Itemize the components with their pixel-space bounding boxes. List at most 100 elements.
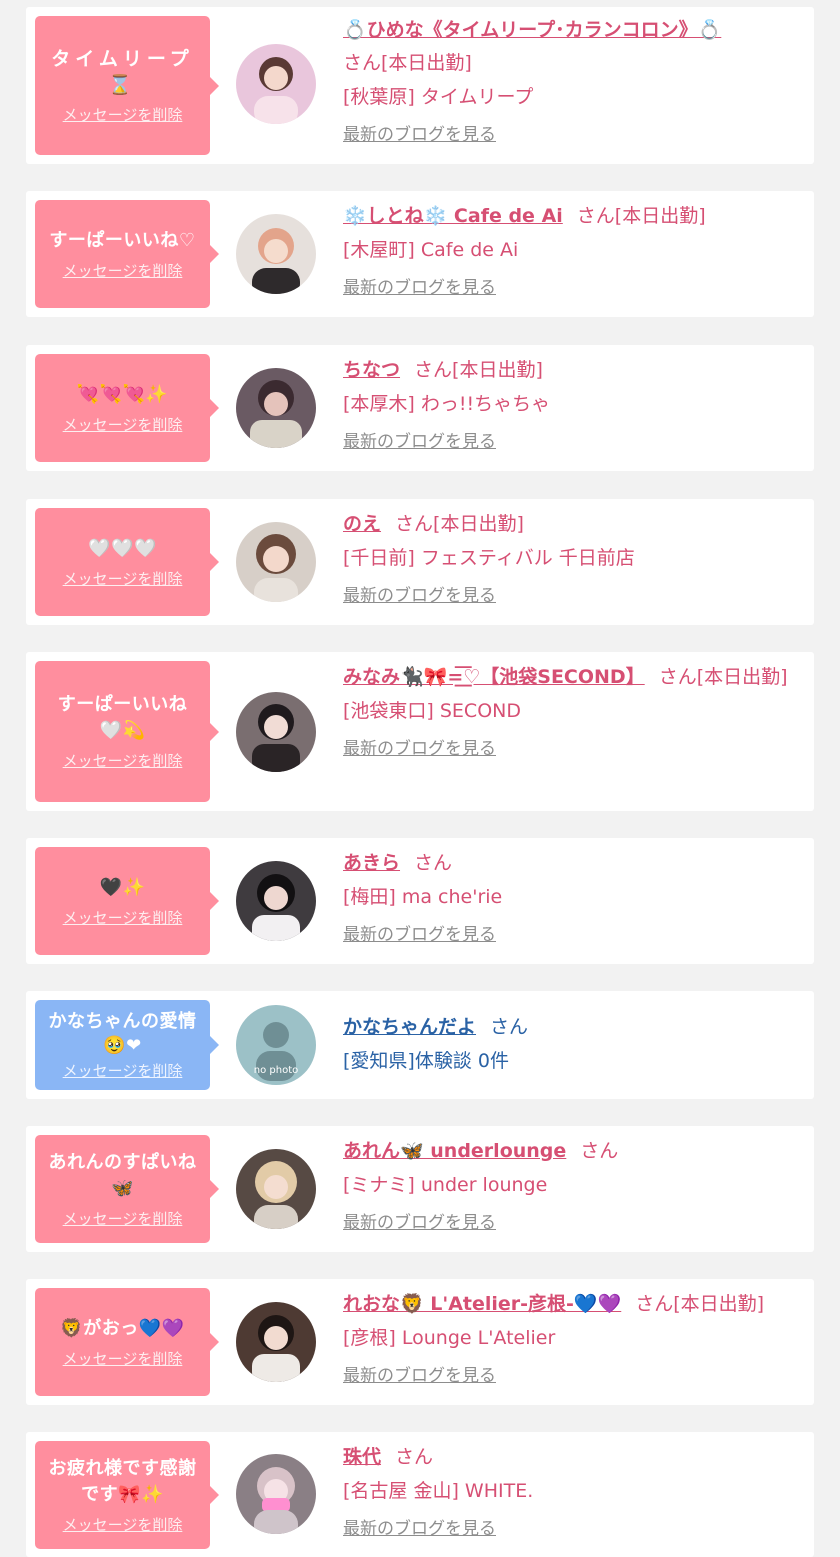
message-text: 💘💘💘✨ <box>76 383 169 405</box>
avatar[interactable] <box>236 1454 316 1534</box>
avatar[interactable] <box>236 1149 316 1229</box>
avatar[interactable] <box>236 1302 316 1382</box>
delete-message-link[interactable]: メッセージを削除 <box>63 1060 183 1081</box>
avatar[interactable] <box>236 692 316 772</box>
message-bubble: すーぱーいいね🤍💫 メッセージを削除 <box>35 661 219 802</box>
message-bubble: 🖤✨ メッセージを削除 <box>35 847 219 955</box>
profile-name-link[interactable]: 💍ひめな《タイムリープ･カランコロン》💍 <box>343 19 721 41</box>
avatar[interactable] <box>236 44 316 124</box>
name-line: 💍ひめな《タイムリープ･カランコロン》💍 さん[本日出勤] <box>343 14 796 80</box>
profile-name-link[interactable]: 珠代 <box>343 1446 381 1468</box>
latest-blog-link[interactable]: 最新のブログを見る <box>343 920 796 950</box>
message-text: 🦁がおっ💙💜 <box>60 1317 185 1339</box>
message-text: すーぱーいいね♡ <box>49 229 196 251</box>
profile-name-link[interactable]: あれん🦋 underlounge <box>343 1140 566 1162</box>
message-card: 💘💘💘✨ メッセージを削除 ちなつ さん[本日出勤] [本厚木] わっ!!ちゃちゃ… <box>26 345 814 471</box>
delete-message-link[interactable]: メッセージを削除 <box>63 104 183 125</box>
honorific: さん <box>490 1016 529 1038</box>
message-text: お疲れ様です感謝です🎀✨ <box>48 1457 197 1505</box>
shop-info: [梅田] ma che'rie <box>343 886 503 908</box>
message-bubble: かなちゃんの愛情🥹❤ メッセージを削除 <box>35 1000 219 1090</box>
avatar[interactable] <box>236 368 316 448</box>
honorific: さん <box>343 52 382 74</box>
message-bubble: 🤍🤍🤍 メッセージを削除 <box>35 508 219 616</box>
latest-blog-link[interactable]: 最新のブログを見る <box>343 427 796 457</box>
delete-message-link[interactable]: メッセージを削除 <box>63 750 183 771</box>
no-photo-text: no photo <box>254 1065 298 1076</box>
message-card: かなちゃんの愛情🥹❤ メッセージを削除 no photo かなちゃんだよ さん [… <box>26 991 814 1099</box>
honorific: さん <box>658 666 697 688</box>
message-card: すーぱーいいね♡ メッセージを削除 ❄️しとね❄️ Cafe de Ai さん[本… <box>26 191 814 317</box>
profile-name-link[interactable]: ちなつ <box>343 359 400 381</box>
latest-blog-link[interactable]: 最新のブログを見る <box>343 1208 796 1238</box>
shop-info: [千日前] フェスティバル 千日前店 <box>343 547 635 569</box>
avatar[interactable] <box>236 214 316 294</box>
attendance-status: [本日出勤] <box>696 666 788 688</box>
profile-info: あれん🦋 underlounge さん [ミナミ] under lounge 最新… <box>343 1135 796 1238</box>
delete-message-link[interactable]: メッセージを削除 <box>63 907 183 928</box>
delete-message-link[interactable]: メッセージを削除 <box>63 1514 183 1535</box>
name-line: みなみ🐈‍⬛🎀=͟͟͞♡【池袋SECOND】 さん[本日出勤] <box>343 661 796 694</box>
name-line: のえ さん[本日出勤] <box>343 508 796 541</box>
profile-name-link[interactable]: かなちゃんだよ <box>343 1016 476 1038</box>
message-text: かなちゃんの愛情🥹❤ <box>48 1010 197 1056</box>
profile-name-link[interactable]: みなみ🐈‍⬛🎀=͟͟͞♡【池袋SECOND】 <box>343 666 645 688</box>
latest-blog-link[interactable]: 最新のブログを見る <box>343 581 796 611</box>
name-line: 珠代 さん <box>343 1441 796 1474</box>
delete-message-link[interactable]: メッセージを削除 <box>63 414 183 435</box>
latest-blog-link[interactable]: 最新のブログを見る <box>343 273 796 303</box>
message-text: タイムリープ⌛ <box>51 48 194 96</box>
delete-message-link[interactable]: メッセージを削除 <box>63 568 183 589</box>
honorific: さん <box>635 1293 674 1315</box>
message-bubble: 💘💘💘✨ メッセージを削除 <box>35 354 219 462</box>
profile-name-link[interactable]: ❄️しとね❄️ Cafe de Ai <box>343 205 563 227</box>
profile-info: みなみ🐈‍⬛🎀=͟͟͞♡【池袋SECOND】 さん[本日出勤] [池袋東口] SE… <box>343 661 796 764</box>
latest-blog-link[interactable]: 最新のブログを見る <box>343 1514 796 1544</box>
avatar[interactable] <box>236 861 316 941</box>
message-card: お疲れ様です感謝です🎀✨ メッセージを削除 珠代 さん [名古屋 金山] WHIT… <box>26 1432 814 1557</box>
message-text: 🤍🤍🤍 <box>88 537 157 559</box>
latest-blog-link[interactable]: 最新のブログを見る <box>343 120 796 150</box>
message-card: すーぱーいいね🤍💫 メッセージを削除 みなみ🐈‍⬛🎀=͟͟͞♡【池袋SECOND… <box>26 652 814 811</box>
honorific: さん <box>576 205 615 227</box>
profile-name-link[interactable]: れおな🦁 L'Atelier-彦根-💙💜 <box>343 1293 621 1315</box>
avatar[interactable]: no photo <box>236 1005 316 1085</box>
profile-info: れおな🦁 L'Atelier-彦根-💙💜 さん[本日出勤] [彦根] Lounge… <box>343 1288 796 1391</box>
message-text: 🖤✨ <box>99 876 146 898</box>
attendance-status: [本日出勤] <box>433 513 524 535</box>
message-bubble: あれんのすぱいね🦋 メッセージを削除 <box>35 1135 219 1243</box>
attendance-status: [本日出勤] <box>614 205 706 227</box>
message-bubble: すーぱーいいね♡ メッセージを削除 <box>35 200 219 308</box>
shop-info: [ミナミ] under lounge <box>343 1174 548 1196</box>
shop-info: [秋葉原] タイムリープ <box>343 86 534 108</box>
name-line: あきら さん <box>343 847 796 880</box>
avatar[interactable] <box>236 522 316 602</box>
message-card: 🤍🤍🤍 メッセージを削除 のえ さん[本日出勤] [千日前] フェスティバル 千日… <box>26 499 814 625</box>
shop-info: [池袋東口] SECOND <box>343 700 521 722</box>
name-line: れおな🦁 L'Atelier-彦根-💙💜 さん[本日出勤] <box>343 1288 796 1321</box>
shop-info: [名古屋 金山] WHITE. <box>343 1480 534 1502</box>
shop-info: [本厚木] わっ!!ちゃちゃ <box>343 393 551 415</box>
delete-message-link[interactable]: メッセージを削除 <box>63 1208 183 1229</box>
shop-info: [木屋町] Cafe de Ai <box>343 239 519 261</box>
profile-info: 💍ひめな《タイムリープ･カランコロン》💍 さん[本日出勤] [秋葉原] タイムリ… <box>343 14 796 150</box>
honorific: さん <box>414 852 453 874</box>
message-list: タイムリープ⌛ メッセージを削除 💍ひめな《タイムリープ･カランコロン》💍 さん… <box>0 0 840 1557</box>
message-card: あれんのすぱいね🦋 メッセージを削除 あれん🦋 underlounge さん [ミ… <box>26 1126 814 1252</box>
message-text: あれんのすぱいね🦋 <box>48 1151 197 1199</box>
latest-blog-link[interactable]: 最新のブログを見る <box>343 734 796 764</box>
profile-name-link[interactable]: のえ <box>343 513 381 535</box>
delete-message-link[interactable]: メッセージを削除 <box>63 260 183 281</box>
latest-blog-link[interactable]: 最新のブログを見る <box>343 1361 796 1391</box>
message-card: 🖤✨ メッセージを削除 あきら さん [梅田] ma che'rie 最新のブログ… <box>26 838 814 964</box>
name-line: かなちゃんだよ さん <box>343 1011 796 1044</box>
attendance-status: [本日出勤] <box>673 1293 765 1315</box>
message-card: タイムリープ⌛ メッセージを削除 💍ひめな《タイムリープ･カランコロン》💍 さん… <box>26 7 814 164</box>
honorific: さん <box>414 359 453 381</box>
attendance-status: [本日出勤] <box>381 52 472 74</box>
profile-info: あきら さん [梅田] ma che'rie 最新のブログを見る <box>343 847 796 950</box>
profile-info: かなちゃんだよ さん [愛知県]体験談 0件 <box>343 1011 796 1078</box>
profile-name-link[interactable]: あきら <box>343 852 400 874</box>
profile-info: ❄️しとね❄️ Cafe de Ai さん[本日出勤] [木屋町] Cafe de… <box>343 200 796 303</box>
delete-message-link[interactable]: メッセージを削除 <box>63 1348 183 1369</box>
